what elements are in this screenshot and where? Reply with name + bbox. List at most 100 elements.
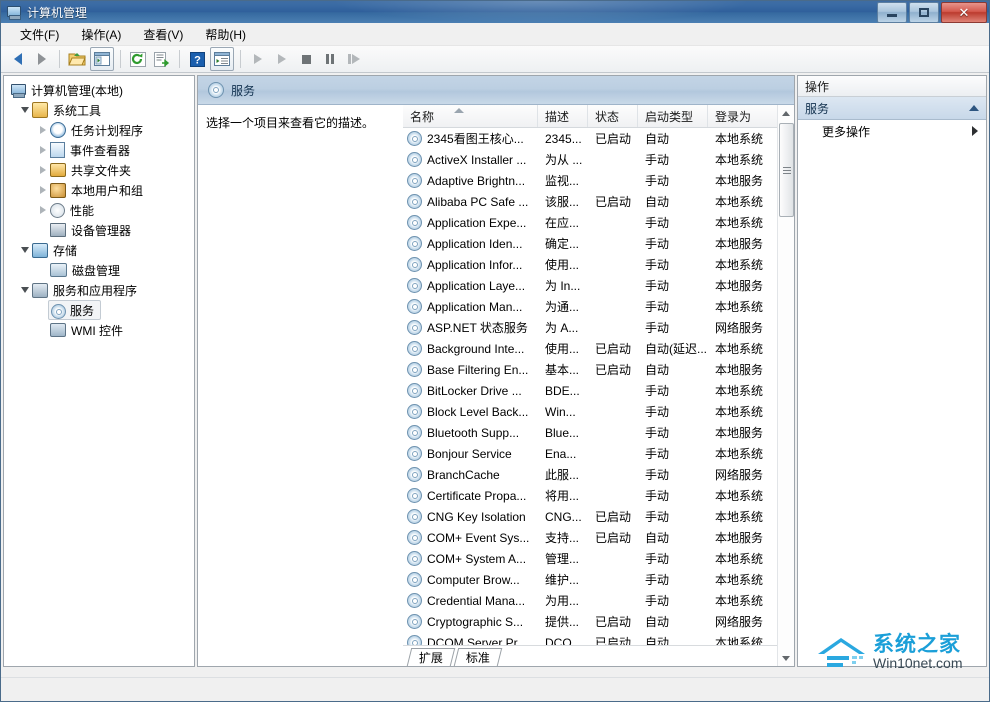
start-service-icon[interactable] [247,48,269,70]
sidebar-item-wmi-control[interactable]: WMI 控件 [4,320,194,340]
table-row[interactable]: Application Expe... 在应... 手动 本地系统 [403,212,777,233]
table-row[interactable]: Application Laye... 为 In... 手动 本地服务 [403,275,777,296]
expander-collapsed-icon[interactable] [36,186,50,194]
expander-expanded-icon[interactable] [18,247,32,253]
sidebar-item-local-users-groups[interactable]: 本地用户和组 [4,180,194,200]
table-row[interactable]: BitLocker Drive ... BDE... 手动 本地系统 [403,380,777,401]
menu-help[interactable]: 帮助(H) [194,23,257,46]
sidebar-item-shared-folders[interactable]: 共享文件夹 [4,160,194,180]
maximize-button[interactable] [909,2,939,23]
table-row[interactable]: ActiveX Installer ... 为从 ... 手动 本地系统 [403,149,777,170]
cell-logon: 网络服务 [715,615,764,629]
sidebar-item-system-tools[interactable]: 系统工具 [4,100,194,120]
sidebar-item-device-manager[interactable]: 设备管理器 [4,220,194,240]
action-more-actions[interactable]: 更多操作 [798,120,986,142]
expander-collapsed-icon[interactable] [36,146,50,154]
sidebar-item-event-viewer[interactable]: 事件查看器 [4,140,194,160]
menu-action[interactable]: 操作(A) [70,23,132,46]
cell-name: BitLocker Drive ... [403,383,538,398]
forward-icon[interactable] [31,48,53,70]
close-button[interactable]: ✕ [941,2,987,23]
expander-expanded-icon[interactable] [18,107,32,113]
sidebar-item-services-and-applications[interactable]: 服务和应用程序 [4,280,194,300]
up-folder-icon[interactable] [66,48,88,70]
event-viewer-icon [50,142,65,158]
sidebar-item-disk-management[interactable]: 磁盘管理 [4,260,194,280]
table-row[interactable]: Certificate Propa... 将用... 手动 本地系统 [403,485,777,506]
scrollbar-thumb[interactable] [779,123,794,217]
back-icon[interactable] [7,48,29,70]
list-scrollbar[interactable] [777,105,794,666]
cell-text: COM+ System A... [427,551,527,566]
menu-file[interactable]: 文件(F) [9,23,70,46]
column-header-description[interactable]: 描述 [538,105,588,127]
stop-service-icon[interactable] [295,48,317,70]
sidebar-item-storage[interactable]: 存储 [4,240,194,260]
table-row[interactable]: Base Filtering En... 基本... 已启动 自动 本地服务 [403,359,777,380]
expander-collapsed-icon[interactable] [36,206,50,214]
tree-root[interactable]: 计算机管理(本地) [4,80,194,100]
minimize-button[interactable] [877,2,907,23]
table-row[interactable]: Block Level Back... Win... 手动 本地系统 [403,401,777,422]
refresh-icon[interactable] [127,48,149,70]
table-row[interactable]: Application Man... 为通... 手动 本地系统 [403,296,777,317]
table-row[interactable]: Credential Mana... 为用... 手动 本地系统 [403,590,777,611]
sidebar-item-performance[interactable]: 性能 [4,200,194,220]
column-header-log-on-as[interactable]: 登录为 [708,105,774,127]
toolbar-separator [179,50,180,68]
table-row[interactable]: Cryptographic S... 提供... 已启动 自动 网络服务 [403,611,777,632]
tab-standard[interactable]: 标准 [453,648,503,666]
column-header-status[interactable]: 状态 [588,105,638,127]
resume-service-icon[interactable] [271,48,293,70]
cell-name: Application Infor... [403,257,538,272]
restart-service-icon[interactable] [343,48,365,70]
cell-logon: 本地系统 [715,636,764,645]
table-row[interactable]: DCOM Server Pr... DCO... 已启动 自动 本地系统 [403,632,777,645]
clock-icon [50,122,66,138]
column-header-name[interactable]: 名称 [403,105,538,127]
table-row[interactable]: Bluetooth Supp... Blue... 手动 本地服务 [403,422,777,443]
table-row[interactable]: Computer Brow... 维护... 手动 本地系统 [403,569,777,590]
table-row[interactable]: ASP.NET 状态服务 为 A... 手动 网络服务 [403,317,777,338]
expander-collapsed-icon[interactable] [36,166,50,174]
properties-icon[interactable] [210,47,234,71]
sidebar-item-services[interactable]: 服务 [4,300,194,320]
table-row[interactable]: Bonjour Service Ena... 手动 本地系统 [403,443,777,464]
expander-expanded-icon[interactable] [18,287,32,293]
show-tree-icon[interactable] [90,47,114,71]
table-row[interactable]: Application Iden... 确定... 手动 本地服务 [403,233,777,254]
cell-status: 已启动 [595,363,632,377]
table-row[interactable]: Alibaba PC Safe ... 该服... 已启动 自动 本地系统 [403,191,777,212]
cell-description: Blue... [545,425,580,440]
action-label: 更多操作 [822,124,871,139]
expander-collapsed-icon[interactable] [36,126,50,134]
cell-name: Bonjour Service [403,446,538,461]
scroll-down-button[interactable] [778,650,794,666]
actions-section-services[interactable]: 服务 [798,97,986,120]
column-header-startup-type[interactable]: 启动类型 [638,105,708,127]
table-row[interactable]: 2345看图王核心... 2345... 已启动 自动 本地系统 [403,128,777,149]
tab-extended[interactable]: 扩展 [406,648,456,666]
cell-text: ActiveX Installer ... [427,152,527,167]
menu-view[interactable]: 查看(V) [132,23,194,46]
scroll-up-button[interactable] [778,105,794,121]
content-pane: 服务 选择一个项目来查看它的描述。 名称 描述 状态 启动类型 登录为 2345… [197,75,795,667]
export-list-icon[interactable] [151,48,173,70]
cell-startup: 自动 [645,531,670,545]
table-row[interactable]: COM+ Event Sys... 支持... 已启动 自动 本地服务 [403,527,777,548]
sidebar-item-task-scheduler[interactable]: 任务计划程序 [4,120,194,140]
table-row[interactable]: CNG Key Isolation CNG... 已启动 手动 本地系统 [403,506,777,527]
cell-logon: 本地系统 [715,405,764,419]
chevron-up-icon[interactable] [969,105,979,111]
table-row[interactable]: Background Inte... 使用... 已启动 自动(延迟... 本地系统 [403,338,777,359]
table-row[interactable]: BranchCache 此服... 手动 网络服务 [403,464,777,485]
service-gear-icon [407,425,422,440]
cell-startup: 自动(延迟... [645,342,707,356]
help-icon[interactable]: ? [186,48,208,70]
pause-service-icon[interactable] [319,48,341,70]
table-row[interactable]: Adaptive Brightn... 监视... 手动 本地服务 [403,170,777,191]
table-row[interactable]: Application Infor... 使用... 手动 本地系统 [403,254,777,275]
cell-startup: 自动 [645,363,670,377]
sidebar-item-services-selected[interactable]: 服务 [48,300,102,320]
table-row[interactable]: COM+ System A... 管理... 手动 本地系统 [403,548,777,569]
